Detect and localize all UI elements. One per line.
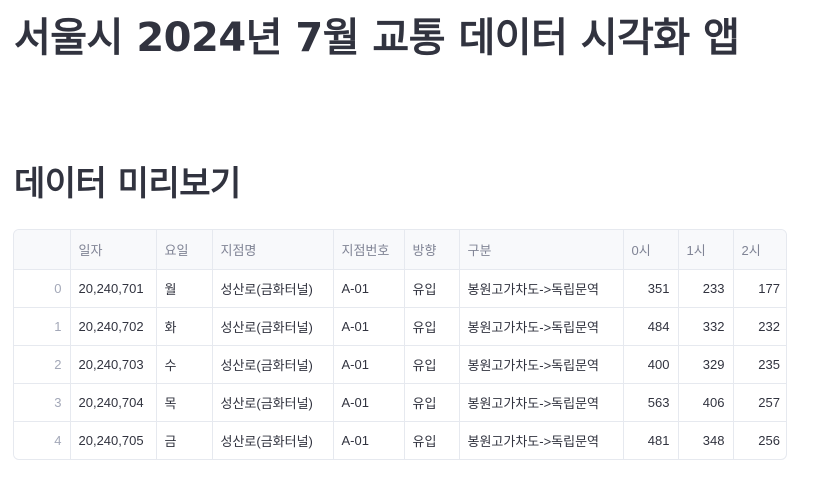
column-header-index[interactable] <box>14 230 71 270</box>
cell-site-code[interactable]: A-01 <box>333 269 405 308</box>
cell-site-name[interactable]: 성산로(금화터널) <box>212 383 334 422</box>
cell-hour-0[interactable]: 400 <box>623 345 679 384</box>
column-header-hour-2[interactable]: 2시 <box>733 230 786 270</box>
cell-site-code[interactable]: A-01 <box>333 345 405 384</box>
row-index[interactable]: 2 <box>14 345 71 384</box>
dataframe: 일자 요일 지점명 지점번호 방향 구분 0시 1시 2시 0 20,240,7… <box>14 230 786 459</box>
cell-direction[interactable]: 유입 <box>404 269 460 308</box>
main-content: 서울시 2024년 7월 교통 데이터 시각화 앱 데이터 미리보기 일자 요일… <box>0 0 818 482</box>
row-index[interactable]: 1 <box>14 307 71 346</box>
cell-hour-2[interactable]: 257 <box>733 383 786 422</box>
column-header-hour-1[interactable]: 1시 <box>678 230 734 270</box>
cell-direction[interactable]: 유입 <box>404 307 460 346</box>
cell-date[interactable]: 20,240,703 <box>70 345 157 384</box>
data-preview-table[interactable]: 일자 요일 지점명 지점번호 방향 구분 0시 1시 2시 0 20,240,7… <box>13 229 787 460</box>
cell-direction[interactable]: 유입 <box>404 345 460 384</box>
column-header-site-name[interactable]: 지점명 <box>212 230 334 270</box>
cell-section[interactable]: 봉원고가차도->독립문역 <box>459 345 624 384</box>
cell-hour-1[interactable]: 406 <box>678 383 734 422</box>
cell-hour-0[interactable]: 351 <box>623 269 679 308</box>
cell-site-name[interactable]: 성산로(금화터널) <box>212 421 334 459</box>
cell-hour-1[interactable]: 329 <box>678 345 734 384</box>
cell-date[interactable]: 20,240,704 <box>70 383 157 422</box>
cell-weekday[interactable]: 수 <box>156 345 213 384</box>
column-header-hour-0[interactable]: 0시 <box>623 230 679 270</box>
cell-site-code[interactable]: A-01 <box>333 421 405 459</box>
cell-hour-1[interactable]: 348 <box>678 421 734 459</box>
cell-hour-0[interactable]: 484 <box>623 307 679 346</box>
table-row: 1 20,240,702 화 성산로(금화터널) A-01 유입 봉원고가차도-… <box>14 307 786 346</box>
table-row: 2 20,240,703 수 성산로(금화터널) A-01 유입 봉원고가차도-… <box>14 345 786 384</box>
column-header-weekday[interactable]: 요일 <box>156 230 213 270</box>
column-header-section[interactable]: 구분 <box>459 230 624 270</box>
table-row: 0 20,240,701 월 성산로(금화터널) A-01 유입 봉원고가차도-… <box>14 269 786 308</box>
cell-section[interactable]: 봉원고가차도->독립문역 <box>459 307 624 346</box>
cell-hour-2[interactable]: 235 <box>733 345 786 384</box>
column-header-site-code[interactable]: 지점번호 <box>333 230 405 270</box>
app-title: 서울시 2024년 7월 교통 데이터 시각화 앱 <box>14 15 740 61</box>
row-index[interactable]: 4 <box>14 421 71 459</box>
cell-direction[interactable]: 유입 <box>404 383 460 422</box>
cell-hour-1[interactable]: 332 <box>678 307 734 346</box>
cell-hour-2[interactable]: 232 <box>733 307 786 346</box>
cell-hour-1[interactable]: 233 <box>678 269 734 308</box>
cell-section[interactable]: 봉원고가차도->독립문역 <box>459 269 624 308</box>
cell-site-code[interactable]: A-01 <box>333 307 405 346</box>
cell-site-name[interactable]: 성산로(금화터널) <box>212 345 334 384</box>
cell-weekday[interactable]: 목 <box>156 383 213 422</box>
column-header-direction[interactable]: 방향 <box>404 230 460 270</box>
section-title-preview: 데이터 미리보기 <box>14 164 241 204</box>
row-index[interactable]: 0 <box>14 269 71 308</box>
cell-hour-2[interactable]: 256 <box>733 421 786 459</box>
cell-date[interactable]: 20,240,705 <box>70 421 157 459</box>
cell-hour-0[interactable]: 481 <box>623 421 679 459</box>
row-index[interactable]: 3 <box>14 383 71 422</box>
cell-section[interactable]: 봉원고가차도->독립문역 <box>459 421 624 459</box>
cell-weekday[interactable]: 월 <box>156 269 213 308</box>
cell-section[interactable]: 봉원고가차도->독립문역 <box>459 383 624 422</box>
cell-hour-2[interactable]: 177 <box>733 269 786 308</box>
table-header-row: 일자 요일 지점명 지점번호 방향 구분 0시 1시 2시 <box>14 230 786 270</box>
table-row: 4 20,240,705 금 성산로(금화터널) A-01 유입 봉원고가차도-… <box>14 421 786 459</box>
cell-site-name[interactable]: 성산로(금화터널) <box>212 307 334 346</box>
cell-site-name[interactable]: 성산로(금화터널) <box>212 269 334 308</box>
cell-weekday[interactable]: 금 <box>156 421 213 459</box>
cell-site-code[interactable]: A-01 <box>333 383 405 422</box>
cell-direction[interactable]: 유입 <box>404 421 460 459</box>
column-header-date[interactable]: 일자 <box>70 230 157 270</box>
cell-date[interactable]: 20,240,702 <box>70 307 157 346</box>
cell-hour-0[interactable]: 563 <box>623 383 679 422</box>
cell-date[interactable]: 20,240,701 <box>70 269 157 308</box>
table-row: 3 20,240,704 목 성산로(금화터널) A-01 유입 봉원고가차도-… <box>14 383 786 422</box>
cell-weekday[interactable]: 화 <box>156 307 213 346</box>
